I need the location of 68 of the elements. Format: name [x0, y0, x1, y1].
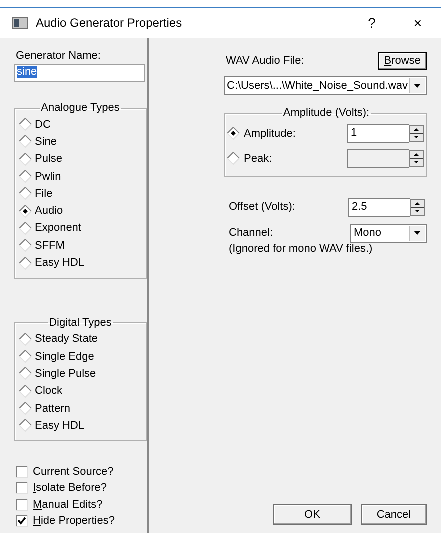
radio-button[interactable] — [19, 367, 32, 380]
radio-label: Audio — [35, 205, 64, 218]
radio-label: Sine — [35, 136, 58, 148]
radio-label: Pattern — [35, 402, 70, 414]
dropdown-button[interactable] — [408, 78, 425, 93]
radio-label: Easy HDL — [35, 420, 85, 432]
radio-label: Single Edge — [35, 350, 94, 363]
field-label: Channel: — [229, 227, 274, 239]
ok-button[interactable]: OK — [272, 504, 352, 525]
app-icon — [12, 17, 28, 29]
dropdown-button[interactable] — [408, 226, 425, 240]
radio-label: Pulse — [35, 153, 63, 166]
radio-button[interactable] — [19, 222, 32, 235]
radio-label: Steady State — [35, 333, 98, 346]
radio-button[interactable] — [19, 152, 32, 166]
channel-dropdown[interactable]: Mono — [350, 224, 427, 242]
radio-button[interactable] — [19, 239, 32, 252]
radio-button[interactable] — [19, 350, 32, 364]
checkbox-label: Current Source? — [33, 466, 114, 478]
group-title: Analogue Types — [40, 102, 121, 114]
checkbox-label: Hide Properties? — [33, 515, 115, 528]
spin-buttons[interactable] — [408, 125, 424, 142]
radio-button[interactable] — [19, 332, 32, 346]
radio-label: Amplitude: — [244, 128, 297, 140]
radio-button[interactable] — [19, 118, 32, 132]
radio-button[interactable] — [19, 170, 32, 184]
group-title: Amplitude (Volts): — [282, 107, 371, 119]
spin-buttons[interactable] — [408, 150, 424, 167]
hint-text: (Ignored for mono WAV files.) — [229, 243, 374, 255]
radio-label: File — [35, 188, 53, 200]
spin-buttons[interactable] — [410, 198, 425, 216]
radio-label: Clock — [35, 385, 63, 398]
checkbox[interactable] — [16, 482, 28, 494]
radio-button[interactable] — [19, 256, 32, 270]
radio-button[interactable] — [19, 419, 32, 432]
number-field[interactable]: 1 — [346, 124, 409, 143]
radio-label: Easy HDL — [35, 257, 85, 270]
caret-icon — [414, 84, 421, 88]
field-label: Offset (Volts): — [229, 201, 296, 213]
radio-label: DC — [35, 118, 51, 131]
radio-label: SFFM — [35, 240, 65, 252]
help-button[interactable]: ? — [349, 15, 395, 31]
checkbox[interactable] — [16, 515, 28, 528]
cancel-button[interactable]: Cancel — [360, 504, 427, 525]
file-dropdown[interactable]: C:\Users\...\White_Noise_Sound.wav — [224, 76, 427, 95]
radio-label: Exponent — [35, 222, 82, 234]
field-label: WAV Audio File: — [226, 55, 304, 67]
checkbox-label: Isolate Before? — [33, 482, 107, 494]
caret-icon — [414, 231, 421, 235]
radio-button[interactable] — [19, 135, 32, 148]
radio-button[interactable] — [19, 187, 32, 200]
window-title: Audio Generator Properties — [36, 16, 184, 30]
radio-button[interactable] — [19, 204, 32, 218]
number-field[interactable]: 2.5 — [348, 198, 410, 216]
radio-button[interactable] — [227, 127, 240, 140]
radio-label: Peak: — [244, 152, 274, 164]
field-label: Generator Name: — [16, 50, 102, 62]
checkbox[interactable] — [16, 498, 28, 511]
name-field[interactable]: sine — [14, 64, 145, 82]
browse-button[interactable]: Browse — [378, 52, 427, 70]
radio-label: Single Pulse — [35, 368, 96, 380]
close-button[interactable]: × — [395, 15, 441, 31]
checkbox[interactable] — [16, 466, 28, 478]
radio-button[interactable] — [19, 402, 32, 415]
group-title: Digital Types — [48, 316, 113, 329]
checkbox-label: Manual Edits? — [33, 498, 103, 511]
radio-label: Pwlin — [35, 170, 62, 183]
radio-button[interactable] — [19, 384, 32, 398]
